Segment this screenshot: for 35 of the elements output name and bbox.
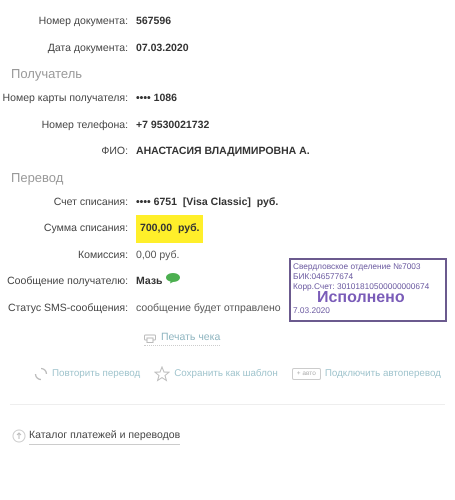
field-label: Счет списания: (54, 194, 128, 210)
stamp-text: Корр.Счет: 30101810500000000674 (293, 281, 430, 291)
field-value: •••• 1086 (136, 91, 177, 106)
field-value: 07.03.2020 (136, 40, 189, 56)
amount-value: 700,00 руб. (136, 215, 204, 244)
refresh-icon (34, 367, 48, 381)
field-label: Сумма списания: (44, 221, 128, 236)
field-value: Мазь (136, 274, 163, 290)
field-value: 0,00 руб. (136, 248, 180, 263)
field-label: Сообщение получателю: (7, 274, 128, 290)
speech-bubble-icon (164, 272, 181, 284)
action-link[interactable]: Сохранить как шаблон (154, 366, 278, 382)
stamp-text: Свердловское отделение №7003 (293, 261, 422, 271)
field-label: Номер карты получателя: (2, 91, 128, 106)
section-title: Получатель (11, 65, 82, 84)
field-value: сообщение будет отправлено (136, 300, 281, 316)
field-value: •••• 6751 [Visa Classic] руб. (136, 194, 278, 210)
field-label: ФИО: (101, 144, 128, 160)
field-value: +7 9530021732 (136, 118, 210, 133)
field-value: 567596 (136, 14, 172, 30)
stamp-status: Исполнено (317, 291, 405, 305)
catalog-link[interactable]: Каталог платежей и переводов (29, 428, 180, 445)
printer-icon (144, 332, 156, 343)
section-title: Перевод (11, 168, 64, 187)
action-link[interactable]: Повторить перевод (34, 366, 140, 382)
stamp-text: БИК:046577674 (293, 271, 354, 281)
field-label: Номер телефона: (42, 118, 128, 133)
star-icon (154, 366, 170, 382)
field-label: Дата документа: (48, 40, 128, 56)
print-receipt-link[interactable]: Печать чека (144, 330, 220, 346)
field-value: АНАСТАСИЯ ВЛАДИМИРОВНА А. (136, 144, 310, 160)
field-label: Статус SMS-сообщения: (8, 300, 128, 316)
stamp-date: 7.03.2020 (293, 305, 331, 315)
field-label: Номер документа: (38, 14, 128, 30)
field-label: Комиссия: (78, 248, 128, 263)
